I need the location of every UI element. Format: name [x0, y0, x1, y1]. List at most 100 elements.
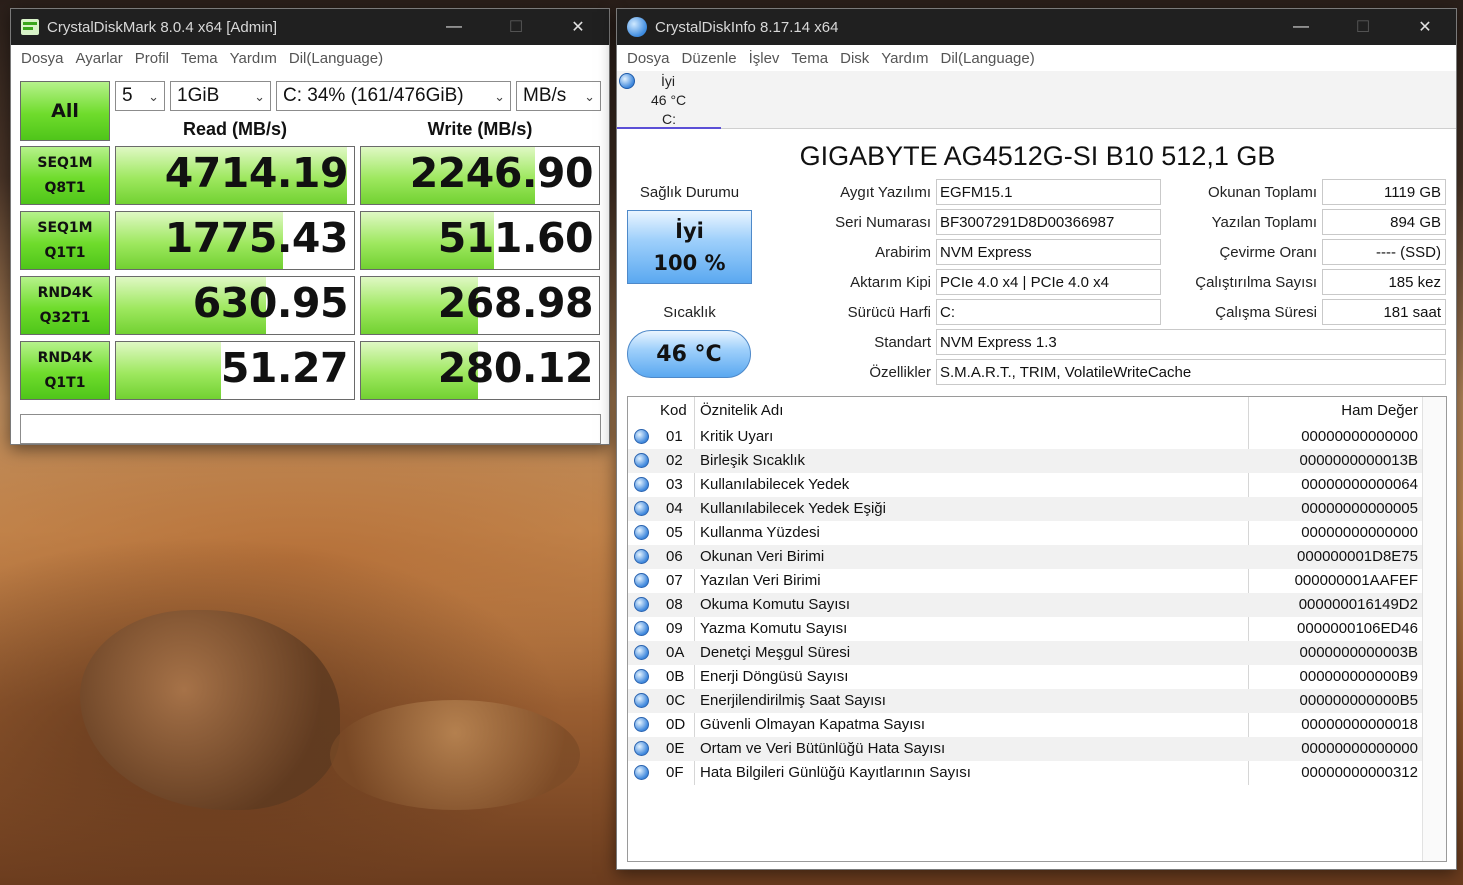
table-row[interactable]: 01 Kritik Uyarı 00000000000000 [628, 425, 1422, 449]
attribute-raw: 000000000000B9 [1299, 668, 1418, 685]
power-on-count-label: Çalıştırılma Sayısı [1195, 274, 1317, 291]
transfer-mode-field: PCIe 4.0 x4 | PCIe 4.0 x4 [936, 269, 1161, 295]
attribute-raw: 00000000000000 [1301, 740, 1418, 757]
serial-label: Seri Numarası [835, 214, 931, 231]
test-button-seq1m-q1t1[interactable]: SEQ1M Q1T1 [20, 211, 110, 270]
attribute-raw: 00000000000018 [1301, 716, 1418, 733]
header-code[interactable]: Kod [660, 402, 687, 419]
health-status-button[interactable]: İyi 100 % [627, 210, 752, 284]
attribute-raw: 00000000000000 [1301, 428, 1418, 445]
table-row[interactable]: 02 Birleşik Sıcaklık 0000000000013B [628, 449, 1422, 473]
minimize-icon[interactable]: — [423, 9, 485, 45]
serial-field: BF3007291D8D00366987 [936, 209, 1161, 235]
cdm-body: All 5 ⌄ 1GiB ⌄ C: 34% (161/476GiB) ⌄ MB/… [11, 71, 609, 444]
test-button-rnd4k-q32t1[interactable]: RND4K Q32T1 [20, 276, 110, 335]
power-on-hours-label: Çalışma Süresi [1215, 304, 1317, 321]
attribute-name: Okuma Komutu Sayısı [700, 596, 851, 613]
attribute-code: 08 [666, 596, 683, 613]
header-attribute-name[interactable]: Öznitelik Adı [700, 402, 783, 419]
menu-profile[interactable]: Profil [129, 50, 175, 67]
disk-model-title: GIGABYTE AG4512G-SI B10 512,1 GB [799, 141, 1276, 171]
smart-attribute-table[interactable]: Kod Öznitelik Adı Ham Değer 01 Kritik Uy… [627, 396, 1447, 862]
table-row[interactable]: 08 Okuma Komutu Sayısı 000000016149D2 [628, 593, 1422, 617]
firmware-label: Aygıt Yazılımı [840, 184, 931, 201]
table-row[interactable]: 07 Yazılan Veri Birimi 000000001AAFEF [628, 569, 1422, 593]
features-field: S.M.A.R.T., TRIM, VolatileWriteCache [936, 359, 1446, 385]
total-writes-label: Yazılan Toplamı [1211, 214, 1317, 231]
table-row[interactable]: 0C Enerjilendirilmiş Saat Sayısı 0000000… [628, 689, 1422, 713]
temperature-button[interactable]: 46 °C [627, 330, 751, 378]
write-result-cell: 268.98 [360, 276, 600, 335]
menu-help[interactable]: Yardım [875, 50, 934, 67]
unit-select[interactable]: MB/s ⌄ [516, 81, 601, 111]
maximize-icon: ☐ [508, 19, 524, 36]
menu-disk[interactable]: Disk [834, 50, 875, 67]
test-label-line1: RND4K [37, 349, 93, 366]
menu-theme[interactable]: Tema [175, 50, 224, 67]
all-button[interactable]: All [20, 81, 110, 141]
attribute-raw: 00000000000064 [1301, 476, 1418, 493]
drive-tab-strip: İyi 46 °C C: [617, 71, 1456, 129]
test-size-select[interactable]: 1GiB ⌄ [170, 81, 271, 111]
table-row[interactable]: 03 Kullanılabilecek Yedek 00000000000064 [628, 473, 1422, 497]
menu-settings[interactable]: Ayarlar [70, 50, 129, 67]
chevron-down-icon: ⌄ [148, 89, 159, 104]
menu-function[interactable]: İşlev [743, 50, 786, 67]
cdi-titlebar[interactable]: CrystalDiskInfo 8.17.14 x64 — ☐ ✕ [617, 9, 1456, 45]
attribute-name: Birleşik Sıcaklık [700, 452, 806, 469]
test-label-line2: Q1T1 [44, 374, 86, 391]
write-value: 280.12 [437, 344, 594, 392]
window-title: CrystalDiskInfo 8.17.14 x64 [655, 18, 839, 36]
table-row[interactable]: 06 Okunan Veri Birimi 000000001D8E75 [628, 545, 1422, 569]
read-value: 4714.19 [164, 149, 349, 197]
read-result-cell: 630.95 [115, 276, 355, 335]
vertical-scrollbar[interactable] [1422, 397, 1446, 861]
attribute-raw: 00000000000312 [1301, 764, 1418, 781]
drive-tab-temp: 46 °C [651, 92, 687, 108]
table-row[interactable]: 0A Denetçi Meşgul Süresi 0000000000003B [628, 641, 1422, 665]
attribute-code: 0F [666, 764, 684, 781]
status-dot-icon [634, 453, 649, 468]
menu-language[interactable]: Dil(Language) [283, 50, 389, 67]
status-dot-icon [634, 477, 649, 492]
table-row[interactable]: 09 Yazma Komutu Sayısı 0000000106ED46 [628, 617, 1422, 641]
crystaldiskinfo-window: CrystalDiskInfo 8.17.14 x64 — ☐ ✕ Dosya … [616, 8, 1457, 870]
close-icon[interactable]: ✕ [1394, 9, 1456, 45]
menu-language[interactable]: Dil(Language) [935, 50, 1041, 67]
test-count-value: 5 [122, 85, 133, 106]
menu-edit[interactable]: Düzenle [676, 50, 743, 67]
table-row[interactable]: 0B Enerji Döngüsü Sayısı 000000000000B9 [628, 665, 1422, 689]
read-result-cell: 4714.19 [115, 146, 355, 205]
rotation-rate-label: Çevirme Oranı [1219, 244, 1317, 261]
menu-file[interactable]: Dosya [621, 50, 676, 67]
table-row[interactable]: 0E Ortam ve Veri Bütünlüğü Hata Sayısı 0… [628, 737, 1422, 761]
attribute-raw: 00000000000000 [1301, 524, 1418, 541]
table-row[interactable]: 04 Kullanılabilecek Yedek Eşiği 00000000… [628, 497, 1422, 521]
attribute-name: Enerjilendirilmiş Saat Sayısı [700, 692, 886, 709]
minimize-icon[interactable]: — [1270, 9, 1332, 45]
read-header: Read (MB/s) [182, 119, 287, 139]
table-row[interactable]: 0F Hata Bilgileri Günlüğü Kayıtlarının S… [628, 761, 1422, 785]
test-button-rnd4k-q1t1[interactable]: RND4K Q1T1 [20, 341, 110, 400]
drive-select[interactable]: C: 34% (161/476GiB) ⌄ [276, 81, 511, 111]
attribute-name: Güvenli Olmayan Kapatma Sayısı [700, 716, 926, 733]
test-button-seq1m-q8t1[interactable]: SEQ1M Q8T1 [20, 146, 110, 205]
health-status-icon [619, 73, 635, 89]
test-count-select[interactable]: 5 ⌄ [115, 81, 165, 111]
test-label-line1: SEQ1M [37, 154, 93, 171]
header-raw-value[interactable]: Ham Değer [1341, 402, 1418, 419]
table-row[interactable]: 0D Güvenli Olmayan Kapatma Sayısı 000000… [628, 713, 1422, 737]
firmware-field: EGFM15.1 [936, 179, 1161, 205]
attribute-raw: 000000001AAFEF [1294, 572, 1418, 589]
chevron-down-icon: ⌄ [254, 89, 265, 104]
cdm-titlebar[interactable]: CrystalDiskMark 8.0.4 x64 [Admin] — ☐ ✕ [11, 9, 609, 45]
close-icon[interactable]: ✕ [547, 9, 609, 45]
menu-theme[interactable]: Tema [785, 50, 834, 67]
menu-help[interactable]: Yardım [224, 50, 283, 67]
table-row[interactable]: 05 Kullanma Yüzdesi 00000000000000 [628, 521, 1422, 545]
drive-tab-c[interactable]: İyi 46 °C C: [617, 71, 721, 129]
read-value: 51.27 [220, 344, 349, 392]
maximize-icon: ☐ [1355, 19, 1371, 36]
comment-field[interactable] [20, 414, 601, 444]
menu-file[interactable]: Dosya [15, 50, 70, 67]
